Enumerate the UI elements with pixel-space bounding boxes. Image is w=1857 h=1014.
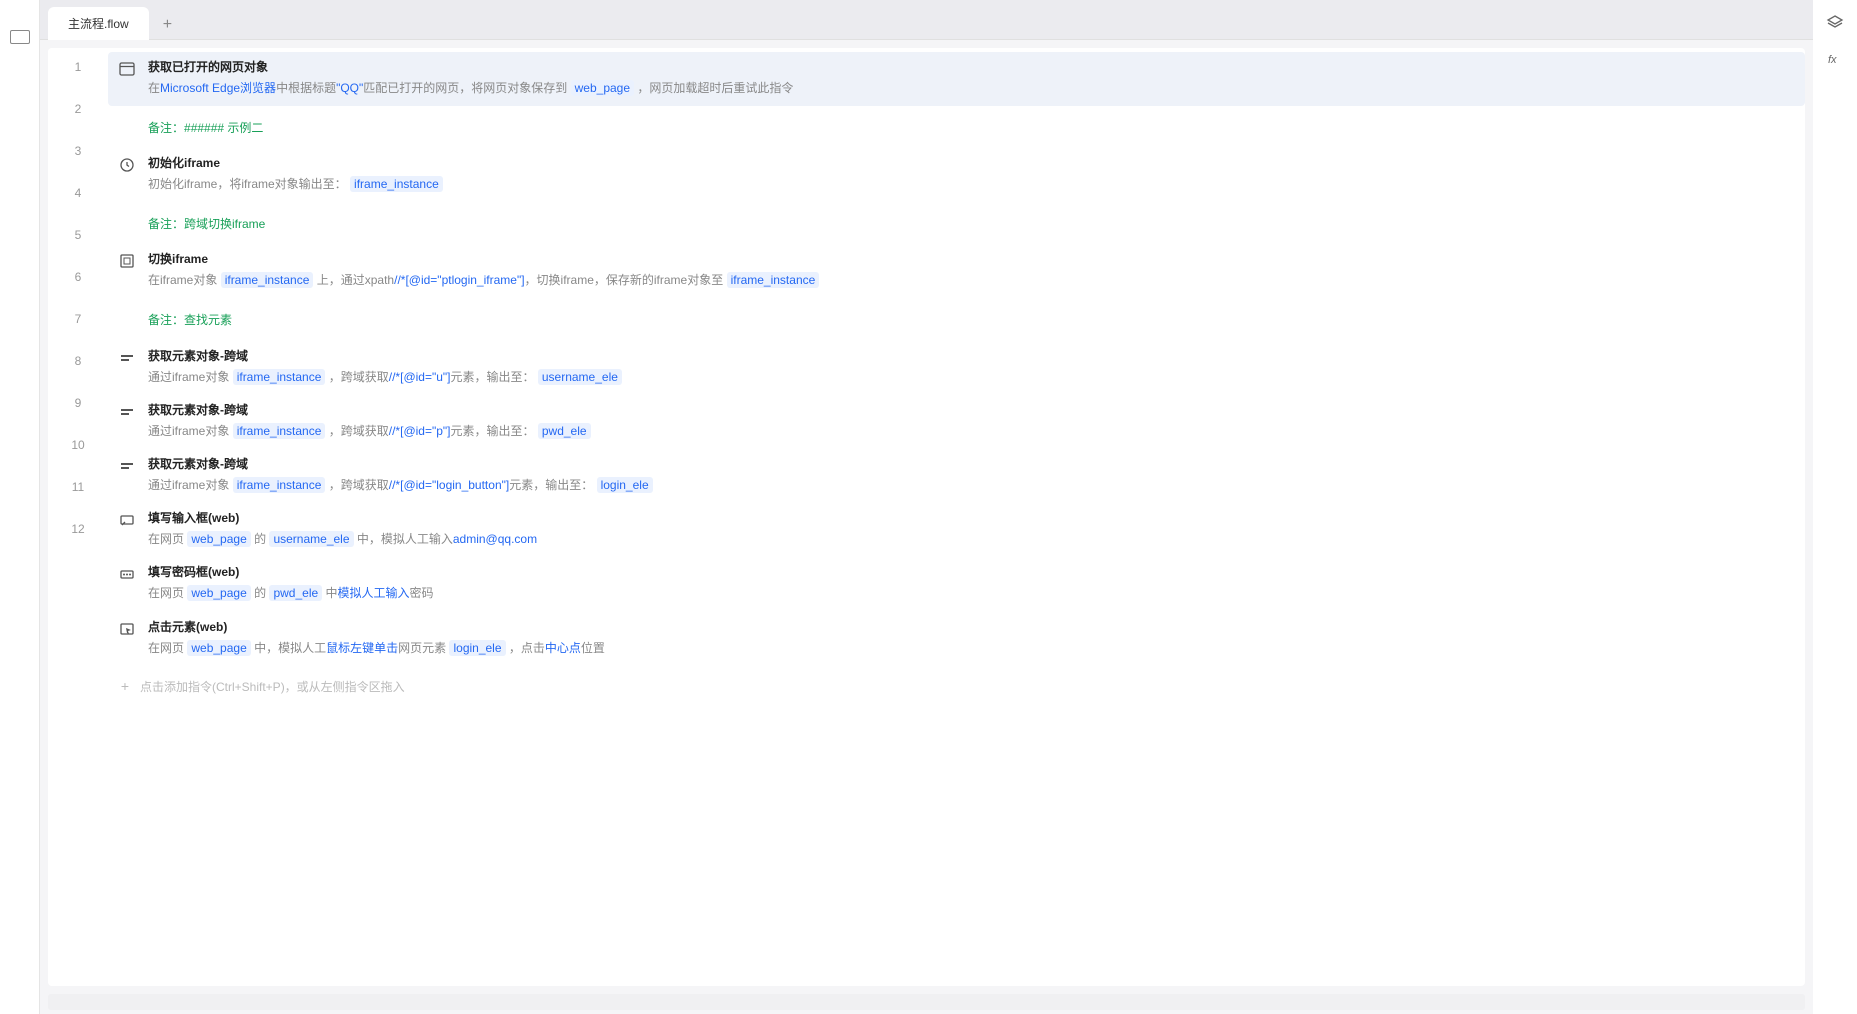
step-init-iframe[interactable]: 初始化iframe 初始化iframe，将iframe对象输出至： iframe… <box>108 148 1805 202</box>
panel-icon[interactable] <box>10 30 30 44</box>
token-login-ele[interactable]: login_ele <box>597 477 653 493</box>
line-gutter: 1 2 3 4 5 6 7 8 9 10 11 12 <box>48 48 108 986</box>
line-number: 7 <box>48 300 108 342</box>
editor-content: 1 2 3 4 5 6 7 8 9 10 11 12 <box>48 48 1805 986</box>
password-icon <box>118 565 136 583</box>
note-label: 备注： <box>148 119 184 136</box>
step-description: 在网页 web_page 的 username_ele 中，模拟人工输入admi… <box>148 530 1795 549</box>
line-number: 3 <box>48 132 108 174</box>
note-row[interactable]: 备注：###### 示例二 <box>108 106 1805 148</box>
step-switch-iframe[interactable]: 切换iframe 在iframe对象 iframe_instance 上，通过x… <box>108 244 1805 298</box>
note-text: 跨域切换iframe <box>184 215 265 232</box>
step-get-opened-webpage[interactable]: 获取已打开的网页对象 在Microsoft Edge浏览器中根据标题"QQ"匹配… <box>108 52 1805 106</box>
step-description: 通过iframe对象 iframe_instance ，跨域获取//*[@id=… <box>148 422 1795 441</box>
token-iframe-instance[interactable]: iframe_instance <box>727 272 820 288</box>
step-title: 填写输入框(web) <box>148 509 1795 526</box>
token-iframe-instance[interactable]: iframe_instance <box>350 176 443 192</box>
tab-add-button[interactable]: + <box>151 11 184 39</box>
main-area: 主流程.flow + 1 2 3 4 5 6 7 8 9 10 11 12 <box>40 0 1813 1014</box>
token-iframe-instance[interactable]: iframe_instance <box>233 369 326 385</box>
step-description: 初始化iframe，将iframe对象输出至： iframe_instance <box>148 175 1795 194</box>
add-hint-text: 点击添加指令(Ctrl+Shift+P)，或从左侧指令区拖入 <box>140 678 405 695</box>
step-description: 在网页 web_page 的 pwd_ele 中模拟人工输入密码 <box>148 584 1795 603</box>
svg-text:fx: fx <box>1828 54 1837 66</box>
step-description: 在iframe对象 iframe_instance 上，通过xpath//*[@… <box>148 271 1795 290</box>
line-number: 12 <box>48 510 108 552</box>
step-get-element-login[interactable]: 获取元素对象-跨域 通过iframe对象 iframe_instance ，跨域… <box>108 449 1805 503</box>
right-rail: fx <box>1813 0 1857 1014</box>
step-get-element-pwd[interactable]: 获取元素对象-跨域 通过iframe对象 iframe_instance ，跨域… <box>108 395 1805 449</box>
step-list: 获取已打开的网页对象 在Microsoft Edge浏览器中根据标题"QQ"匹配… <box>108 48 1805 986</box>
note-label: 备注： <box>148 311 184 328</box>
layers-icon[interactable] <box>1826 14 1844 32</box>
element-icon <box>118 403 136 421</box>
step-fill-input[interactable]: 填写输入框(web) 在网页 web_page 的 username_ele 中… <box>108 503 1805 557</box>
token-iframe-instance[interactable]: iframe_instance <box>233 477 326 493</box>
frame-icon <box>118 252 136 270</box>
element-icon <box>118 457 136 475</box>
tab-main-flow[interactable]: 主流程.flow <box>48 7 149 40</box>
note-row[interactable]: 备注：查找元素 <box>108 299 1805 341</box>
step-description: 在Microsoft Edge浏览器中根据标题"QQ"匹配已打开的网页，将网页对… <box>148 79 1795 98</box>
token-web-page[interactable]: web_page <box>187 531 250 547</box>
token-login-ele[interactable]: login_ele <box>449 640 505 656</box>
token-iframe-instance[interactable]: iframe_instance <box>221 272 314 288</box>
step-description: 通过iframe对象 iframe_instance ，跨域获取//*[@id=… <box>148 476 1795 495</box>
step-title: 获取元素对象-跨域 <box>148 455 1795 472</box>
element-icon <box>118 349 136 367</box>
token-pwd-ele[interactable]: pwd_ele <box>538 423 591 439</box>
line-number: 9 <box>48 384 108 426</box>
fx-icon[interactable]: fx <box>1826 50 1844 68</box>
line-number: 11 <box>48 468 108 510</box>
add-instruction-hint[interactable]: + 点击添加指令(Ctrl+Shift+P)，或从左侧指令区拖入 <box>108 666 1805 705</box>
line-number: 1 <box>48 48 108 90</box>
step-get-element-username[interactable]: 获取元素对象-跨域 通过iframe对象 iframe_instance ，跨域… <box>108 341 1805 395</box>
step-title: 获取元素对象-跨域 <box>148 347 1795 364</box>
note-label: 备注： <box>148 215 184 232</box>
step-description: 通过iframe对象 iframe_instance ，跨域获取//*[@id=… <box>148 368 1795 387</box>
step-description: 在网页 web_page 中，模拟人工鼠标左键单击网页元素 login_ele … <box>148 639 1795 658</box>
line-number: 4 <box>48 174 108 216</box>
token-username-ele[interactable]: username_ele <box>269 531 353 547</box>
line-number: 8 <box>48 342 108 384</box>
note-text: ###### 示例二 <box>184 119 263 136</box>
token-web-page[interactable]: web_page <box>571 80 634 96</box>
token-iframe-instance[interactable]: iframe_instance <box>233 423 326 439</box>
click-icon <box>118 620 136 638</box>
line-number: 10 <box>48 426 108 468</box>
step-title: 切换iframe <box>148 250 1795 267</box>
refresh-icon <box>118 156 136 174</box>
line-number: 6 <box>48 258 108 300</box>
token-web-page[interactable]: web_page <box>187 585 250 601</box>
note-row[interactable]: 备注：跨域切换iframe <box>108 202 1805 244</box>
step-title: 获取元素对象-跨域 <box>148 401 1795 418</box>
token-pwd-ele[interactable]: pwd_ele <box>269 585 322 601</box>
footer-bar <box>48 994 1805 1010</box>
step-title: 初始化iframe <box>148 154 1795 171</box>
token-web-page[interactable]: web_page <box>187 640 250 656</box>
step-title: 获取已打开的网页对象 <box>148 58 1795 75</box>
input-icon <box>118 511 136 529</box>
step-title: 点击元素(web) <box>148 618 1795 635</box>
note-text: 查找元素 <box>184 311 232 328</box>
token-username-ele[interactable]: username_ele <box>538 369 622 385</box>
step-title: 填写密码框(web) <box>148 563 1795 580</box>
tab-bar: 主流程.flow + <box>40 0 1813 40</box>
step-click-element[interactable]: 点击元素(web) 在网页 web_page 中，模拟人工鼠标左键单击网页元素 … <box>108 612 1805 666</box>
browser-icon <box>118 60 136 78</box>
plus-icon: + <box>118 679 132 693</box>
left-rail <box>0 0 40 1014</box>
step-fill-password[interactable]: 填写密码框(web) 在网页 web_page 的 pwd_ele 中模拟人工输… <box>108 557 1805 611</box>
line-number: 2 <box>48 90 108 132</box>
line-number: 5 <box>48 216 108 258</box>
